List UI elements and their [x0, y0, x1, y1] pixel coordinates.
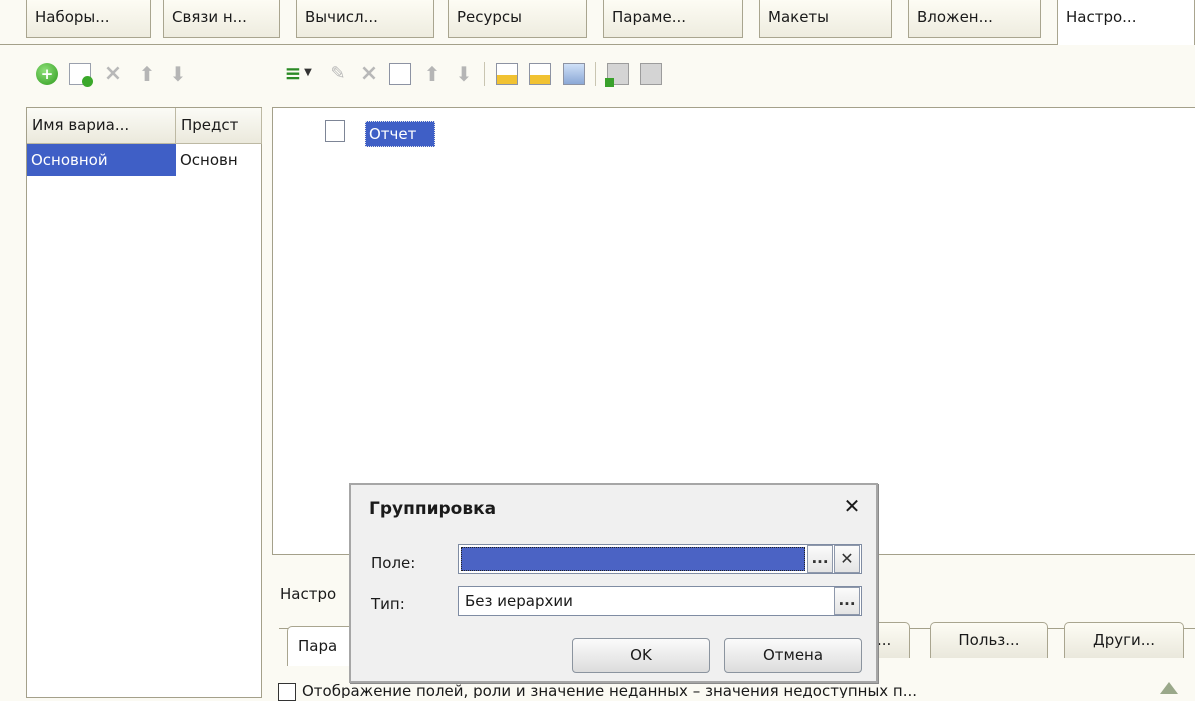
- select-button[interactable]: ...: [834, 587, 860, 615]
- cancel-button[interactable]: Отмена: [724, 638, 862, 673]
- tab-calculated-fields[interactable]: Вычисл...: [296, 0, 434, 38]
- grouping-dialog: Группировка ✕ Поле: ... ✕ Тип: Без иерар…: [349, 483, 878, 683]
- select-button[interactable]: ...: [807, 545, 833, 573]
- toolbar-separator: [595, 62, 596, 86]
- move-up-icon[interactable]: ⬆: [421, 63, 443, 85]
- settings-tab-user-fields[interactable]: Польз...: [930, 622, 1048, 658]
- type-label: Тип:: [371, 595, 405, 613]
- chevron-down-icon[interactable]: ▼: [302, 62, 314, 84]
- tab-dataset-links[interactable]: Связи н...: [163, 0, 280, 38]
- copy-icon[interactable]: [69, 63, 93, 87]
- table-cell-presentation[interactable]: Основн: [176, 144, 262, 176]
- select-fields-icon[interactable]: [389, 63, 411, 85]
- clear-icon[interactable]: ✕: [834, 545, 860, 573]
- move-down-icon[interactable]: ⬇: [167, 63, 189, 85]
- move-up-icon[interactable]: ⬆: [136, 63, 158, 85]
- field-input[interactable]: ... ✕: [458, 544, 862, 574]
- tab-layouts[interactable]: Макеты: [759, 0, 892, 38]
- checkbox[interactable]: [278, 683, 296, 701]
- checkbox-label: Отображение полей, роли и значение недан…: [302, 682, 918, 698]
- field-label: Поле:: [371, 554, 416, 572]
- current-settings-icon[interactable]: [640, 63, 662, 85]
- toolbar-separator: [484, 62, 485, 86]
- column-header-presentation[interactable]: Предст: [176, 108, 262, 144]
- tree-item-report[interactable]: Отчет: [365, 121, 435, 147]
- delete-icon[interactable]: ×: [102, 63, 124, 85]
- edit-icon[interactable]: ✎: [327, 63, 349, 85]
- tab-datasets[interactable]: Наборы...: [26, 0, 151, 38]
- document-icon: [325, 120, 345, 142]
- tab-parameters[interactable]: Параме...: [603, 0, 743, 38]
- add-icon[interactable]: +: [36, 63, 58, 85]
- tab-resources[interactable]: Ресурсы: [448, 0, 587, 38]
- ungroup-icon[interactable]: [563, 63, 585, 85]
- dialog-title: Группировка: [369, 499, 497, 519]
- ok-button[interactable]: OK: [572, 638, 710, 673]
- tab-settings[interactable]: Настро...: [1057, 0, 1195, 45]
- scroll-up-icon[interactable]: [1160, 682, 1178, 694]
- column-header-variant-name[interactable]: Имя вариа...: [27, 108, 176, 144]
- type-value: Без иерархии: [465, 592, 573, 610]
- move-level-up-icon[interactable]: [496, 63, 518, 85]
- table-cell-variant-name[interactable]: Основной: [27, 144, 176, 176]
- delete-icon[interactable]: ×: [358, 63, 380, 85]
- close-icon[interactable]: ✕: [838, 492, 866, 520]
- report-tabs: Наборы... Связи н... Вычисл... Ресурсы П…: [0, 0, 1195, 45]
- variants-table: Имя вариа... Предст Основной Основн: [26, 107, 262, 698]
- move-down-icon[interactable]: ⬇: [453, 63, 475, 85]
- type-input[interactable]: Без иерархии ...: [458, 586, 862, 616]
- settings-tab-other[interactable]: Други...: [1064, 622, 1184, 658]
- field-selection: [461, 547, 805, 571]
- settings-label: Настро: [280, 585, 337, 603]
- tab-nested-schemas[interactable]: Вложен...: [908, 0, 1041, 38]
- add-settings-icon[interactable]: [605, 63, 629, 87]
- add-grouping-icon[interactable]: ≡: [282, 62, 304, 84]
- group-icon[interactable]: [529, 63, 551, 85]
